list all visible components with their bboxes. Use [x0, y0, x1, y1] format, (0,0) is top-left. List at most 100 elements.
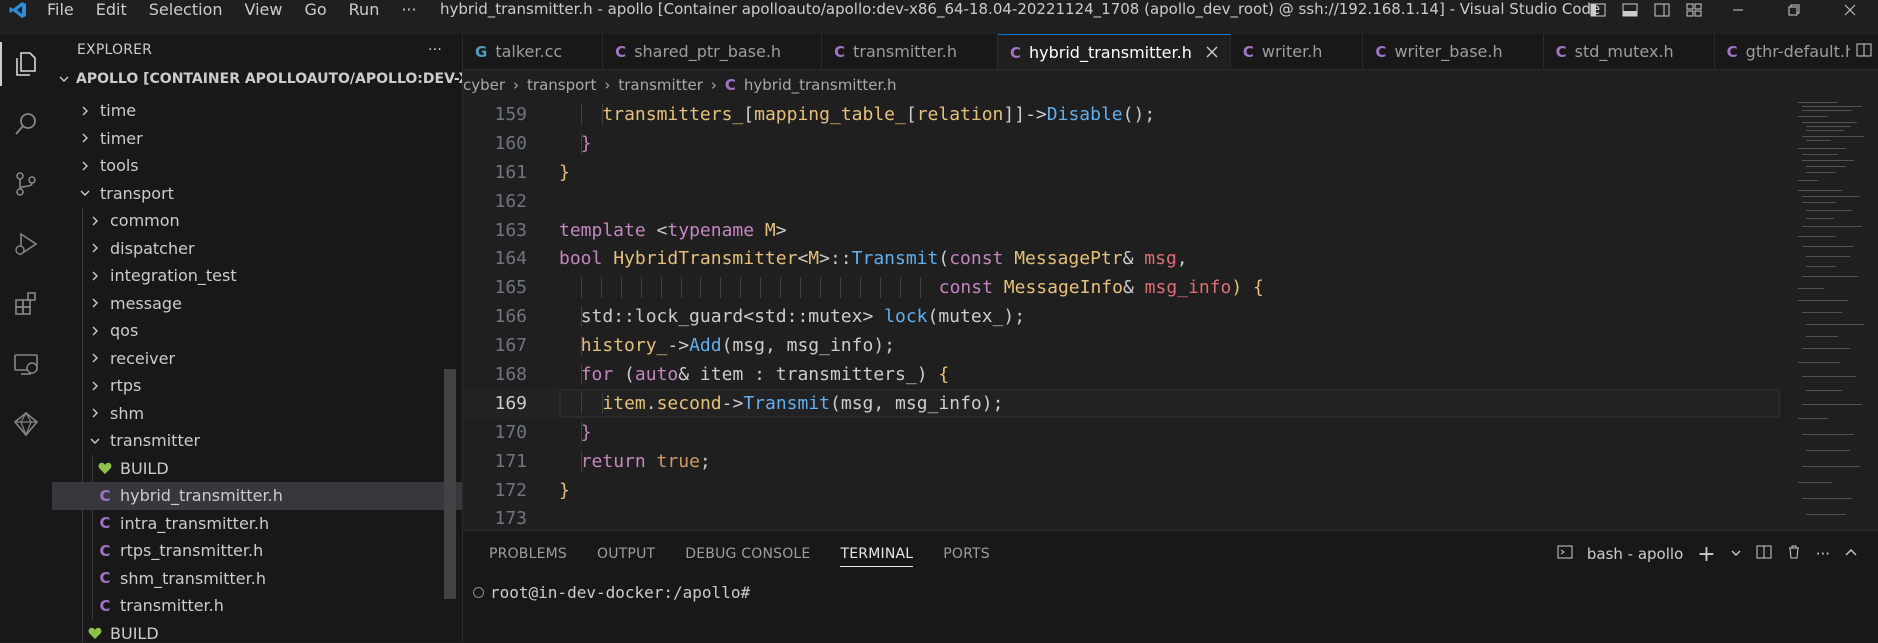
- close-icon[interactable]: [1206, 43, 1218, 62]
- tree-item[interactable]: Cshm_transmitter.h: [52, 564, 462, 592]
- editor-tab[interactable]: Cwriter_base.h: [1363, 34, 1544, 69]
- terminal-name[interactable]: bash - apollo: [1587, 545, 1683, 563]
- editor-tab[interactable]: Chybrid_transmitter.h: [997, 34, 1231, 69]
- remote-explorer-icon[interactable]: [0, 334, 52, 394]
- tree-item[interactable]: dispatcher: [52, 234, 462, 262]
- editor-tab[interactable]: Cstd_mutex.h: [1544, 34, 1715, 69]
- tree-item[interactable]: Crtps_transmitter.h: [52, 537, 462, 565]
- menu-file[interactable]: File: [36, 0, 85, 20]
- split-editor-icon[interactable]: [1856, 42, 1872, 62]
- code-line[interactable]: 172}: [463, 476, 1780, 505]
- editor-tab[interactable]: Gtalker.cc: [463, 34, 604, 69]
- menu-go[interactable]: Go: [293, 0, 337, 20]
- workspace-root[interactable]: APOLLO [CONTAINER APOLLOAUTO/APOLLO:DEV-…: [52, 66, 462, 92]
- tree-item-label: transmitter.h: [120, 596, 224, 616]
- menu-run[interactable]: Run: [338, 0, 391, 20]
- indent-guide: [92, 482, 93, 510]
- panel-tab-terminal[interactable]: TERMINAL: [840, 531, 913, 577]
- tree-item[interactable]: receiver: [52, 344, 462, 372]
- menu-view[interactable]: View: [234, 0, 294, 20]
- toggle-panel-icon[interactable]: [1614, 0, 1646, 20]
- explorer-icon[interactable]: [0, 34, 52, 94]
- code-line[interactable]: 164 bool HybridTransmitter<M>::Transmit(c…: [463, 244, 1780, 273]
- chevron-down-icon: [86, 435, 104, 447]
- tree-item[interactable]: BUILD: [52, 454, 462, 482]
- panel-tab-debug-console[interactable]: DEBUG CONSOLE: [685, 531, 810, 577]
- tree-item[interactable]: transmitter: [52, 427, 462, 455]
- minimize-icon[interactable]: [1710, 0, 1766, 20]
- menu-edit[interactable]: Edit: [85, 0, 138, 20]
- code-line[interactable]: 165 const MessageInfo& msg_info) {: [463, 273, 1780, 302]
- code-line[interactable]: 163 template <typename M>: [463, 216, 1780, 245]
- tree-item[interactable]: integration_test: [52, 262, 462, 290]
- breadcrumb-item[interactable]: cyber: [463, 76, 505, 94]
- code-line[interactable]: 173: [463, 504, 1780, 530]
- vscode-logo-icon[interactable]: [0, 0, 36, 20]
- tree-item[interactable]: time: [52, 97, 462, 125]
- tree-item[interactable]: shm: [52, 399, 462, 427]
- minimap[interactable]: [1788, 100, 1878, 530]
- new-terminal-icon[interactable]: +: [1697, 542, 1715, 567]
- split-terminal-icon[interactable]: [1756, 544, 1772, 564]
- more-icon[interactable]: ···: [1816, 545, 1830, 563]
- panel-tab-output[interactable]: OUTPUT: [597, 531, 655, 577]
- source-control-icon[interactable]: [0, 154, 52, 214]
- code-line[interactable]: 161}: [463, 158, 1780, 187]
- menu-more[interactable]: ···: [390, 0, 427, 20]
- tree-item[interactable]: transport: [52, 180, 462, 208]
- tree-item[interactable]: message: [52, 289, 462, 317]
- tree-item[interactable]: rtps: [52, 372, 462, 400]
- breadcrumb-item[interactable]: transmitter: [618, 76, 703, 94]
- editor-tab[interactable]: Cshared_ptr_base.h: [603, 34, 823, 69]
- customize-layout-icon[interactable]: [1678, 0, 1710, 20]
- extensions-icon[interactable]: [0, 274, 52, 334]
- code-line[interactable]: 169 item.second->Transmit(msg, msg_info);: [463, 388, 1780, 418]
- terminal-output[interactable]: root@in-dev-docker:/apollo#: [473, 583, 750, 602]
- tree-item[interactable]: tools: [52, 152, 462, 180]
- run-debug-icon[interactable]: [0, 214, 52, 274]
- chevron-down-icon[interactable]: [1730, 545, 1742, 563]
- breadcrumb-item[interactable]: hybrid_transmitter.h: [744, 76, 897, 94]
- search-icon[interactable]: [0, 94, 52, 154]
- tree-item-label: time: [100, 101, 137, 121]
- indent-guide: [92, 537, 93, 565]
- code-line[interactable]: 160}: [463, 129, 1780, 158]
- code-line[interactable]: 170}: [463, 418, 1780, 447]
- tree-item-label: transmitter: [110, 431, 201, 451]
- tree-item[interactable]: Chybrid_transmitter.h: [52, 482, 462, 510]
- restore-icon[interactable]: [1766, 0, 1822, 20]
- toggle-secondary-sidebar-icon[interactable]: [1646, 0, 1678, 20]
- editor-tab[interactable]: Ctransmitter.h: [822, 34, 998, 69]
- chevron-right-icon: [86, 407, 104, 419]
- sidebar-scrollbar[interactable]: [444, 369, 456, 599]
- code-line[interactable]: 168 for (auto& item : transmitters_) {: [463, 360, 1780, 389]
- docker-icon[interactable]: [0, 394, 52, 454]
- code-editor[interactable]: 159 transmitters_[mapping_table_[relation…: [463, 100, 1780, 530]
- trash-icon[interactable]: [1786, 544, 1802, 564]
- explorer-more-button[interactable]: ···: [428, 42, 442, 58]
- code-line[interactable]: 166 std::lock_guard<std::mutex> lock(mute…: [463, 302, 1780, 331]
- menu-selection[interactable]: Selection: [138, 0, 234, 20]
- code-line[interactable]: 162: [463, 187, 1780, 216]
- code-text: for (auto& item : transmitters_) {: [580, 363, 950, 385]
- panel-tab-ports[interactable]: PORTS: [943, 531, 990, 577]
- code-line[interactable]: 171 return true;: [463, 447, 1780, 476]
- tree-item[interactable]: common: [52, 207, 462, 235]
- tree-item[interactable]: Ctransmitter.h: [52, 592, 462, 620]
- code-line[interactable]: 167 history_->Add(msg, msg_info);: [463, 331, 1780, 360]
- editor-tab[interactable]: Cwriter.h: [1231, 34, 1364, 69]
- panel-tab-problems[interactable]: PROBLEMS: [489, 531, 567, 577]
- tree-item-label: receiver: [110, 348, 176, 368]
- close-window-icon[interactable]: [1822, 0, 1878, 20]
- breadcrumb-item[interactable]: transport: [527, 76, 596, 94]
- toggle-primary-sidebar-icon[interactable]: [1582, 0, 1614, 20]
- editor-tab-label: writer.h: [1261, 42, 1323, 61]
- chevron-up-icon[interactable]: [1844, 545, 1858, 563]
- editor-tabs: Gtalker.cc Cshared_ptr_base.h Ctransmitter…: [463, 34, 1878, 70]
- workspace-root-label: APOLLO [CONTAINER APOLLOAUTO/APOLLO:DEV-…: [76, 71, 462, 87]
- tree-item[interactable]: timer: [52, 125, 462, 153]
- tree-item[interactable]: Cintra_transmitter.h: [52, 509, 462, 537]
- tree-item[interactable]: qos: [52, 317, 462, 345]
- code-line[interactable]: 159 transmitters_[mapping_table_[relation…: [463, 100, 1780, 129]
- tree-item[interactable]: BUILD: [52, 619, 462, 642]
